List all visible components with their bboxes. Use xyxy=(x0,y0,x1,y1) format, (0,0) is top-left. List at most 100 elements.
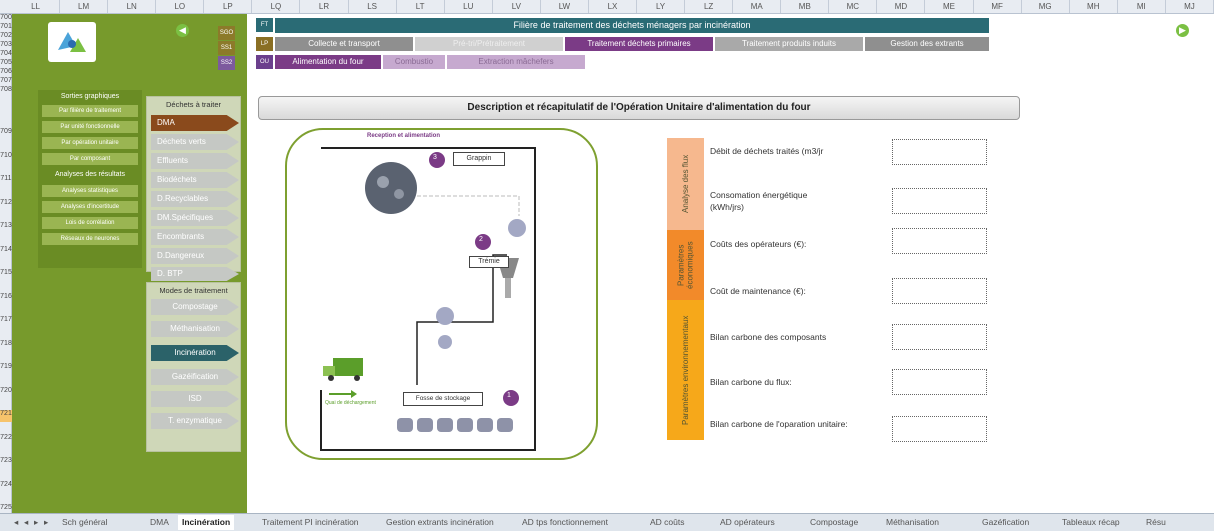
tab-ad-operateurs[interactable]: AD opérateurs xyxy=(720,517,775,527)
mode-isd[interactable]: ISD xyxy=(151,391,239,407)
column-ll[interactable]: LL xyxy=(12,0,61,13)
column-mh[interactable]: MH xyxy=(1070,0,1118,13)
tab-resu[interactable]: Résu xyxy=(1146,517,1166,527)
input-cout-maintenance[interactable] xyxy=(892,278,987,304)
row-719[interactable]: 719 xyxy=(0,363,12,375)
analyse-neurones-button[interactable]: Réseaux de neurones xyxy=(42,233,138,245)
mode-compostage[interactable]: Compostage xyxy=(151,299,239,315)
mode-enzymatique[interactable]: T. enzymatique xyxy=(151,413,239,429)
input-debit[interactable] xyxy=(892,139,987,165)
tag-lp[interactable]: LP xyxy=(256,37,273,51)
row-723[interactable]: 723 xyxy=(0,457,12,469)
column-md[interactable]: MD xyxy=(877,0,926,13)
row-701[interactable]: 701 xyxy=(0,23,12,30)
row-708[interactable]: 708 xyxy=(0,86,12,93)
tab-nav-last[interactable]: ▸ xyxy=(44,517,48,528)
column-ls[interactable]: LS xyxy=(349,0,397,13)
tab-dma[interactable]: DMA xyxy=(150,517,169,527)
input-consommation[interactable] xyxy=(892,188,987,214)
column-mi[interactable]: MI xyxy=(1118,0,1166,13)
nav-combustion[interactable]: Combustio xyxy=(383,55,445,69)
row-710[interactable]: 710 xyxy=(0,152,12,164)
dechet-effluents[interactable]: Effluents xyxy=(151,153,239,169)
column-lx[interactable]: LX xyxy=(589,0,638,13)
column-mb[interactable]: MB xyxy=(781,0,830,13)
tab-nav-first[interactable]: ◂ xyxy=(14,517,18,528)
forward-arrow-icon[interactable]: ▶ xyxy=(1176,24,1189,37)
row-718[interactable]: 718 xyxy=(0,340,12,352)
tab-gestion-extrants[interactable]: Gestion extrants incinération xyxy=(386,517,494,527)
column-lz[interactable]: LZ xyxy=(685,0,734,13)
dechet-biodechets[interactable]: Biodéchets xyxy=(151,172,239,188)
row-713[interactable]: 713 xyxy=(0,222,12,234)
column-lv[interactable]: LV xyxy=(493,0,541,13)
tag-ft[interactable]: FT xyxy=(256,18,273,32)
column-ma[interactable]: MA xyxy=(733,0,782,13)
analyse-statistiques-button[interactable]: Analyses statistiques xyxy=(42,185,138,197)
mode-methanisation[interactable]: Méthanisation xyxy=(151,321,239,337)
tag-ou[interactable]: OU xyxy=(256,55,273,69)
column-lq[interactable]: LQ xyxy=(252,0,301,13)
sortie-filiere-button[interactable]: Par filière de traitement xyxy=(42,105,138,117)
sortie-composant-button[interactable]: Par composant xyxy=(42,153,138,165)
tab-sch-general[interactable]: Sch général xyxy=(62,517,107,527)
tab-incineration[interactable]: Incinération xyxy=(178,515,235,530)
tab-methanisation[interactable]: Méthanisation xyxy=(886,517,939,527)
nav-gestion-extrants[interactable]: Gestion des extrants xyxy=(865,37,989,51)
dechet-recyclables[interactable]: D.Recyclables xyxy=(151,191,239,207)
dechet-encombrants[interactable]: Encombrants xyxy=(151,229,239,245)
row-712[interactable]: 712 xyxy=(0,199,12,211)
row-707[interactable]: 707 xyxy=(0,77,12,84)
nav-traitement-primaires[interactable]: Traitement déchets primaires xyxy=(565,37,713,51)
tag-ss1[interactable]: SS1 xyxy=(218,41,235,55)
row-704[interactable]: 704 xyxy=(0,50,12,57)
column-mg[interactable]: MG xyxy=(1022,0,1070,13)
row-720[interactable]: 720 xyxy=(0,387,12,399)
row-702[interactable]: 702 xyxy=(0,32,12,39)
tag-ss2[interactable]: SS2 xyxy=(218,56,235,70)
column-mc[interactable]: MC xyxy=(829,0,878,13)
input-bilan-composants[interactable] xyxy=(892,324,987,350)
tab-nav-next[interactable]: ▸ xyxy=(34,517,38,528)
nav-alimentation[interactable]: Alimentation du four xyxy=(275,55,381,69)
row-721[interactable]: 721 xyxy=(0,410,12,422)
tab-compostage[interactable]: Compostage xyxy=(810,517,858,527)
analyse-correlation-button[interactable]: Lois de corrélation xyxy=(42,217,138,229)
sortie-operation-button[interactable]: Par opération unitaire xyxy=(42,137,138,149)
column-ln[interactable]: LN xyxy=(108,0,157,13)
row-717[interactable]: 717 xyxy=(0,316,12,328)
row-709[interactable]: 709 xyxy=(0,128,12,140)
tab-traitement-pi[interactable]: Traitement PI incinération xyxy=(262,517,359,527)
back-arrow-icon[interactable]: ◀ xyxy=(176,24,189,37)
nav-produits-induits[interactable]: Traitement produits induits xyxy=(715,37,863,51)
input-bilan-operation[interactable] xyxy=(892,416,987,442)
input-couts-operateurs[interactable] xyxy=(892,228,987,254)
row-716[interactable]: 716 xyxy=(0,293,12,305)
tab-nav-prev[interactable]: ◂ xyxy=(24,517,28,528)
column-lm[interactable]: LM xyxy=(60,0,109,13)
column-mj[interactable]: MJ xyxy=(1166,0,1214,13)
column-lt[interactable]: LT xyxy=(397,0,445,13)
row-722[interactable]: 722 xyxy=(0,434,12,446)
column-lw[interactable]: LW xyxy=(541,0,589,13)
row-705[interactable]: 705 xyxy=(0,59,12,66)
nav-extraction[interactable]: Extraction mâchefers xyxy=(447,55,585,69)
dechet-btp[interactable]: D. BTP xyxy=(151,267,239,281)
dechet-dma[interactable]: DMA xyxy=(151,115,239,131)
row-714[interactable]: 714 xyxy=(0,246,12,258)
tab-gazeification[interactable]: Gazéfication xyxy=(982,517,1029,527)
input-bilan-flux[interactable] xyxy=(892,369,987,395)
column-lp[interactable]: LP xyxy=(204,0,253,13)
row-724[interactable]: 724 xyxy=(0,481,12,493)
row-703[interactable]: 703 xyxy=(0,41,12,48)
mode-incineration[interactable]: Incinération xyxy=(151,345,239,361)
column-lo[interactable]: LO xyxy=(156,0,205,13)
analyse-incertitude-button[interactable]: Analyses d'incertitude xyxy=(42,201,138,213)
row-700[interactable]: 700 xyxy=(0,14,12,21)
column-me[interactable]: ME xyxy=(925,0,974,13)
column-lu[interactable]: LU xyxy=(445,0,493,13)
nav-collecte[interactable]: Collecte et transport xyxy=(275,37,413,51)
tab-tableaux-recap[interactable]: Tableaux récap xyxy=(1062,517,1120,527)
nav-pretri[interactable]: Pré-tri/Prétraitement xyxy=(415,37,563,51)
column-ly[interactable]: LY xyxy=(637,0,686,13)
